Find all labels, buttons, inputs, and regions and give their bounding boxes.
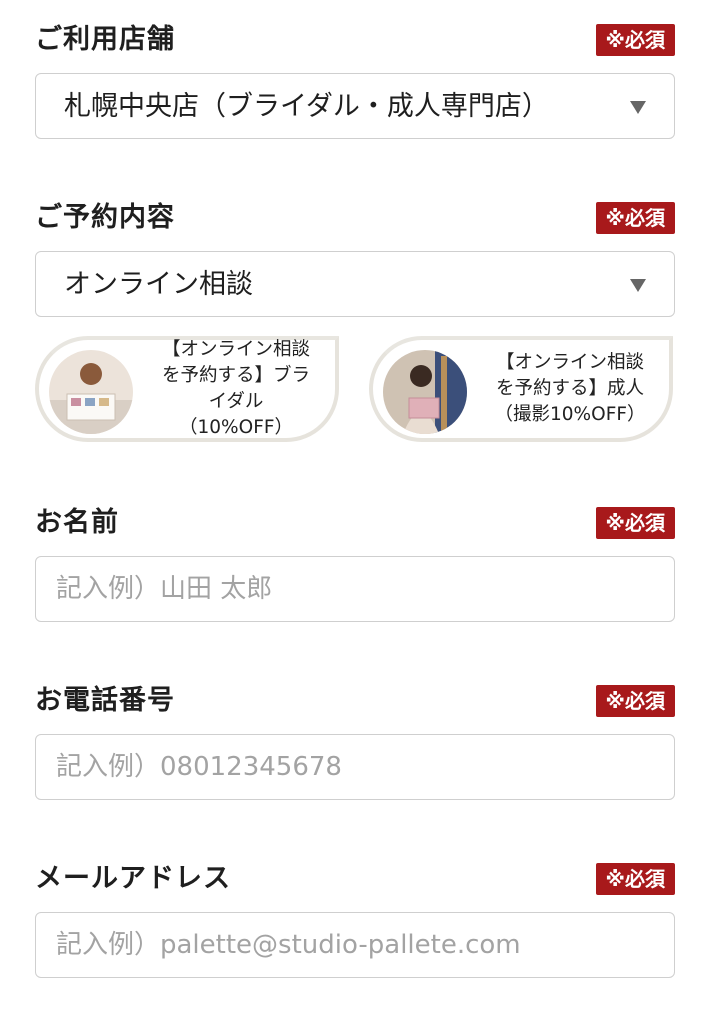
promo-bridal-text: 【オンライン相談 を予約する】ブラ イダル （10%OFF） xyxy=(147,339,325,438)
name-field: お名前 ※必須 xyxy=(35,503,675,622)
reservation-required-badge: ※必須 xyxy=(595,202,675,234)
promo-bridal-button[interactable]: 【オンライン相談 を予約する】ブラ イダル （10%OFF） xyxy=(35,336,339,442)
reservation-header: ご予約内容 ※必須 xyxy=(35,198,675,238)
store-field: ご利用店舗 ※必須 札幌中央店（ブライダル・成人専門店） xyxy=(35,20,675,139)
promo-coming-of-age-line: を予約する】成人 xyxy=(495,378,644,399)
email-label: メールアドレス xyxy=(35,863,231,894)
reservation-label: ご予約内容 xyxy=(35,202,175,233)
promo-bridal-line: イダル xyxy=(208,391,264,412)
store-select[interactable]: 札幌中央店（ブライダル・成人専門店） xyxy=(35,73,675,139)
coming-of-age-consultation-photo xyxy=(383,350,467,434)
promo-bridal-line: を予約する】ブラ xyxy=(161,365,310,386)
email-field: メールアドレス ※必須 xyxy=(35,859,675,978)
phone-label: お電話番号 xyxy=(35,685,175,716)
promo-bridal-line: （10%OFF） xyxy=(179,417,293,438)
reservation-field: ご予約内容 ※必須 オンライン相談 xyxy=(35,198,675,317)
promo-options: 【オンライン相談 を予約する】ブラ イダル （10%OFF） 【オンライン相談 … xyxy=(35,336,675,446)
reservation-select-value: オンライン相談 xyxy=(64,269,253,300)
store-header: ご利用店舗 ※必須 xyxy=(35,20,675,60)
store-select-value: 札幌中央店（ブライダル・成人専門店） xyxy=(64,91,549,122)
promo-coming-of-age-line: （撮影10%OFF） xyxy=(494,404,646,425)
phone-field: お電話番号 ※必須 xyxy=(35,681,675,800)
email-input[interactable] xyxy=(35,912,675,978)
store-required-badge: ※必須 xyxy=(595,24,675,56)
store-label: ご利用店舗 xyxy=(35,24,175,55)
email-required-badge: ※必須 xyxy=(595,863,675,895)
phone-input[interactable] xyxy=(35,734,675,800)
promo-coming-of-age-text: 【オンライン相談 を予約する】成人 （撮影10%OFF） xyxy=(481,340,659,438)
name-header: お名前 ※必須 xyxy=(35,503,675,543)
bridal-consultation-photo xyxy=(49,350,133,434)
name-input[interactable] xyxy=(35,556,675,622)
promo-coming-of-age-line: 【オンライン相談 xyxy=(495,352,644,373)
phone-required-badge: ※必須 xyxy=(595,685,675,717)
phone-header: お電話番号 ※必須 xyxy=(35,681,675,721)
reservation-select[interactable]: オンライン相談 xyxy=(35,251,675,317)
promo-coming-of-age-button[interactable]: 【オンライン相談 を予約する】成人 （撮影10%OFF） xyxy=(369,336,673,442)
promo-bridal-line: 【オンライン相談 xyxy=(161,339,310,360)
chevron-down-icon xyxy=(630,279,646,292)
name-required-badge: ※必須 xyxy=(595,507,675,539)
email-header: メールアドレス ※必須 xyxy=(35,859,675,899)
name-label: お名前 xyxy=(35,507,119,538)
chevron-down-icon xyxy=(630,101,646,114)
